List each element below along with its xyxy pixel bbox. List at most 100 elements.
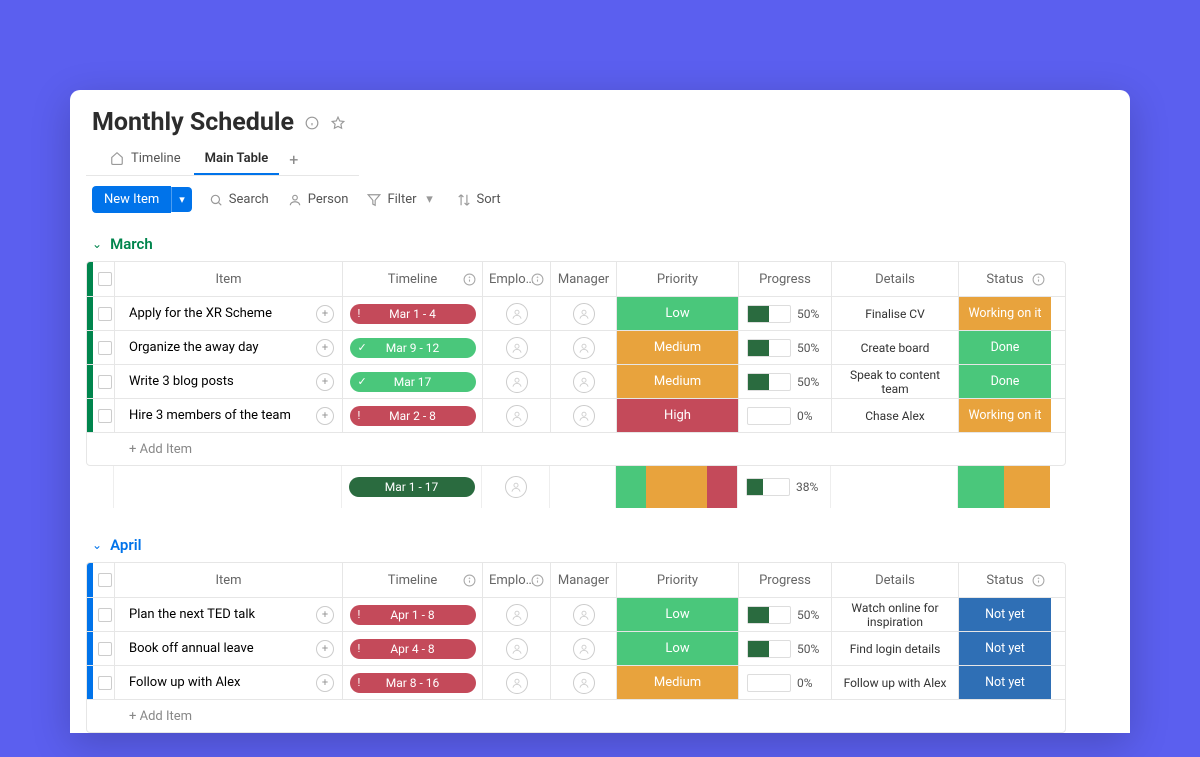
col-employee[interactable]: Emplo… — [483, 262, 551, 296]
details-text[interactable]: Find login details — [846, 642, 945, 656]
group-header[interactable]: ⌄March — [78, 231, 1130, 261]
col-progress[interactable]: Progress — [739, 262, 832, 296]
status-cell[interactable]: Not yet — [959, 598, 1051, 631]
new-item-button[interactable]: New Item ▾ — [92, 186, 192, 213]
priority-cell[interactable]: Low — [617, 632, 738, 665]
info-icon[interactable] — [304, 115, 320, 131]
timeline-pill[interactable]: !Mar 8 - 16 — [350, 673, 476, 693]
employee-avatar[interactable] — [506, 638, 528, 660]
status-cell[interactable]: Done — [959, 365, 1051, 398]
details-text[interactable]: Follow up with Alex — [840, 676, 951, 690]
status-cell[interactable]: Working on it — [959, 297, 1051, 330]
row-checkbox[interactable] — [98, 307, 112, 321]
col-item[interactable]: Item — [115, 262, 343, 296]
manager-avatar[interactable] — [573, 303, 595, 325]
col-details[interactable]: Details — [832, 563, 959, 597]
add-subitem-icon[interactable]: + — [316, 339, 334, 357]
employee-avatar[interactable] — [506, 371, 528, 393]
sort-button[interactable]: Sort — [454, 188, 503, 212]
search-button[interactable]: Search — [206, 188, 271, 212]
col-details[interactable]: Details — [832, 262, 959, 296]
priority-cell[interactable]: Low — [617, 598, 738, 631]
manager-avatar[interactable] — [573, 405, 595, 427]
col-priority[interactable]: Priority — [617, 262, 739, 296]
manager-avatar[interactable] — [573, 604, 595, 626]
priority-cell[interactable]: Medium — [617, 331, 738, 364]
timeline-pill[interactable]: ✓Mar 9 - 12 — [350, 338, 476, 358]
status-cell[interactable]: Working on it — [959, 399, 1051, 432]
add-tab-button[interactable]: + — [281, 144, 306, 175]
details-text[interactable]: Watch online for inspiration — [832, 601, 958, 629]
priority-cell[interactable]: High — [617, 399, 738, 432]
table-row[interactable]: Write 3 blog posts+ ✓Mar 17 Medium 50% S… — [87, 364, 1065, 398]
progress-cell[interactable]: 0% — [739, 674, 831, 692]
progress-cell[interactable]: 50% — [739, 339, 831, 357]
details-text[interactable]: Speak to content team — [832, 368, 958, 396]
row-checkbox[interactable] — [98, 608, 112, 622]
add-subitem-icon[interactable]: + — [316, 407, 334, 425]
group-header[interactable]: ⌄April — [78, 532, 1130, 562]
timeline-pill[interactable]: !Apr 4 - 8 — [350, 639, 476, 659]
manager-avatar[interactable] — [573, 337, 595, 359]
new-item-dropdown[interactable]: ▾ — [171, 187, 192, 212]
col-status[interactable]: Status — [959, 262, 1051, 296]
timeline-pill[interactable]: !Apr 1 - 8 — [350, 605, 476, 625]
col-timeline[interactable]: Timeline — [343, 563, 483, 597]
priority-cell[interactable]: Low — [617, 297, 738, 330]
col-employee[interactable]: Emplo… — [483, 563, 551, 597]
col-item[interactable]: Item — [115, 563, 343, 597]
employee-avatar[interactable] — [506, 303, 528, 325]
status-cell[interactable]: Done — [959, 331, 1051, 364]
employee-avatar[interactable] — [506, 337, 528, 359]
progress-cell[interactable]: 50% — [739, 373, 831, 391]
status-cell[interactable]: Not yet — [959, 632, 1051, 665]
row-checkbox[interactable] — [98, 676, 112, 690]
progress-cell[interactable]: 50% — [739, 606, 831, 624]
col-timeline[interactable]: Timeline — [343, 262, 483, 296]
details-text[interactable]: Create board — [857, 341, 934, 355]
new-item-label[interactable]: New Item — [92, 186, 171, 213]
row-checkbox[interactable] — [98, 341, 112, 355]
priority-cell[interactable]: Medium — [617, 666, 738, 699]
select-all-checkbox[interactable] — [98, 573, 112, 587]
row-checkbox[interactable] — [98, 409, 112, 423]
manager-avatar[interactable] — [573, 371, 595, 393]
person-filter-button[interactable]: Person — [285, 188, 351, 212]
tab-timeline[interactable]: Timeline — [98, 143, 192, 175]
add-subitem-icon[interactable]: + — [316, 640, 334, 658]
col-progress[interactable]: Progress — [739, 563, 832, 597]
details-text[interactable]: Finalise CV — [861, 307, 929, 321]
timeline-pill[interactable]: ✓Mar 17 — [350, 372, 476, 392]
table-row[interactable]: Book off annual leave+ !Apr 4 - 8 Low 50… — [87, 631, 1065, 665]
status-cell[interactable]: Not yet — [959, 666, 1051, 699]
progress-cell[interactable]: 50% — [739, 305, 831, 323]
timeline-pill[interactable]: !Mar 1 - 4 — [350, 304, 476, 324]
table-row[interactable]: Follow up with Alex+ !Mar 8 - 16 Medium … — [87, 665, 1065, 699]
progress-cell[interactable]: 50% — [739, 640, 831, 658]
row-checkbox[interactable] — [98, 642, 112, 656]
details-text[interactable]: Chase Alex — [861, 409, 929, 423]
progress-cell[interactable]: 0% — [739, 407, 831, 425]
manager-avatar[interactable] — [573, 638, 595, 660]
add-item-input[interactable]: + Add Item — [87, 432, 1065, 465]
table-row[interactable]: Hire 3 members of the team+ !Mar 2 - 8 H… — [87, 398, 1065, 432]
tab-main-table[interactable]: Main Table — [194, 144, 280, 175]
col-priority[interactable]: Priority — [617, 563, 739, 597]
add-subitem-icon[interactable]: + — [316, 373, 334, 391]
timeline-pill[interactable]: !Mar 2 - 8 — [350, 406, 476, 426]
table-row[interactable]: Plan the next TED talk+ !Apr 1 - 8 Low 5… — [87, 597, 1065, 631]
select-all-checkbox[interactable] — [98, 272, 112, 286]
employee-avatar[interactable] — [506, 672, 528, 694]
employee-avatar[interactable] — [506, 604, 528, 626]
row-checkbox[interactable] — [98, 375, 112, 389]
table-row[interactable]: Organize the away day+ ✓Mar 9 - 12 Mediu… — [87, 330, 1065, 364]
filter-button[interactable]: Filter ▾ — [364, 188, 439, 212]
add-subitem-icon[interactable]: + — [316, 606, 334, 624]
star-icon[interactable] — [330, 115, 346, 131]
priority-cell[interactable]: Medium — [617, 365, 738, 398]
table-row[interactable]: Apply for the XR Scheme+ !Mar 1 - 4 Low … — [87, 296, 1065, 330]
add-subitem-icon[interactable]: + — [316, 305, 334, 323]
col-status[interactable]: Status — [959, 563, 1051, 597]
col-manager[interactable]: Manager — [551, 563, 617, 597]
add-subitem-icon[interactable]: + — [316, 674, 334, 692]
